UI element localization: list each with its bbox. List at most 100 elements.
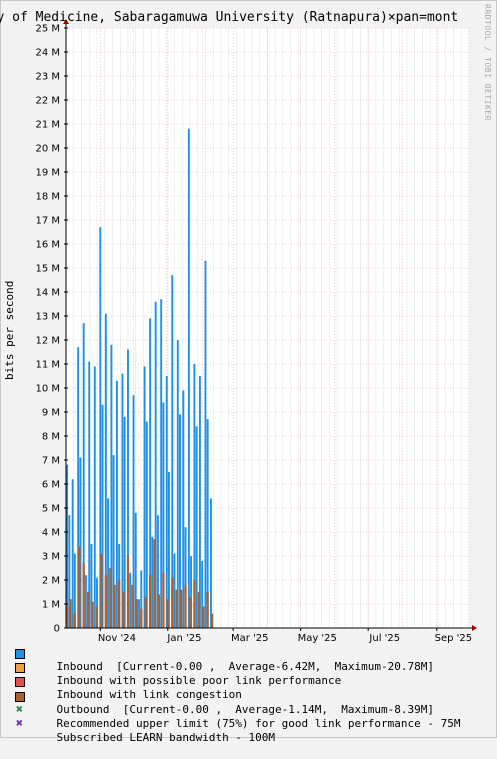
inbound-bar: [171, 275, 174, 628]
legend: Inbound [Current-0.00 , Average-6.42M, M…: [14, 646, 461, 744]
y-tick-label: 0: [54, 624, 60, 635]
legend-swatch-inbound: [15, 649, 25, 659]
inbound-bar: [204, 260, 207, 628]
inbound-bar: [115, 380, 118, 628]
legend-swatch-outbound: [15, 691, 25, 702]
inbound-bar: [138, 599, 141, 628]
outbound-bar: [166, 599, 169, 628]
inbound-bar: [173, 553, 176, 628]
y-tick-label: 15 M: [35, 264, 60, 275]
x-tick-labels: Nov '24 Jan '25 Mar '25 May '25 Jul '25 Sep '…: [98, 628, 472, 644]
outbound-bar: [202, 606, 205, 628]
outbound-bar: [122, 592, 125, 628]
outbound-bar: [206, 592, 209, 628]
x-tick-label: Jul '25: [368, 633, 400, 644]
y-tick-label: 13 M: [35, 312, 60, 323]
inbound-bar: [121, 373, 124, 628]
legend-item-inbound: Inbound [Current-0.00 , Average-6.42M, M…: [14, 646, 460, 673]
x-tick-label: Sep '25: [435, 633, 473, 644]
outbound-bar: [157, 594, 161, 628]
outbound-bar: [135, 599, 138, 628]
y-tick-label: 2 M: [42, 576, 60, 587]
x-tick-label: Mar '25: [231, 633, 269, 644]
inbound-bar: [195, 426, 198, 628]
outbound-bar: [78, 546, 81, 628]
y-tick-label: 14 M: [35, 288, 60, 299]
y-tick-label: 24 M: [35, 48, 60, 59]
y-tick-label: 20 M: [35, 144, 60, 155]
x-tick-label: May '25: [298, 633, 337, 644]
outbound-bar: [171, 577, 174, 628]
y-tick-label: 25 M: [35, 24, 60, 35]
y-tick-label: 3 M: [42, 552, 60, 563]
y-tick-label: 6 M: [42, 480, 60, 491]
y-tick-label: 21 M: [35, 120, 60, 131]
outbound-bar: [180, 589, 183, 628]
outbound-bar: [188, 596, 192, 628]
outbound-bar: [113, 584, 116, 628]
inbound-bar: [88, 361, 91, 628]
outbound-bar: [95, 606, 99, 628]
outbound-bar: [184, 584, 187, 628]
inbound-bar: [107, 498, 110, 628]
y-tick-label: 9 M: [42, 408, 60, 419]
outbound-bar: [69, 599, 72, 628]
y-tick-label: 12 M: [35, 336, 60, 347]
outbound-bar: [140, 608, 143, 628]
outbound-bar: [118, 580, 121, 628]
inbound-bar: [210, 498, 212, 628]
inbound-bar: [176, 340, 179, 628]
y-tick-label: 10 M: [35, 384, 60, 395]
x-tick-label: Nov '24: [98, 633, 136, 644]
outbound-bar: [144, 596, 147, 628]
outbound-bar: [91, 601, 94, 628]
y-tick-label: 7 M: [42, 456, 60, 467]
outbound-bar: [100, 553, 103, 628]
y-tick-label: 23 M: [35, 72, 60, 83]
inbound-bar: [143, 366, 146, 628]
y-tick-label: 1 M: [42, 600, 60, 611]
y-tick-label: 8 M: [42, 432, 60, 443]
outbound-bar: [175, 589, 178, 628]
inbound-bar: [198, 376, 201, 628]
outbound-bar: [87, 592, 90, 628]
legend-marker-recommended: ✖: [15, 701, 24, 716]
inbound-bar: [187, 128, 190, 629]
inbound-bar: [93, 366, 96, 628]
y-tick-label: 18 M: [35, 192, 60, 203]
outbound-bar: [126, 556, 130, 628]
legend-marker-subscribed: ✖: [15, 715, 24, 730]
legend-item-outbound: Outbound [Current-0.00 , Average-1.14M, …: [14, 689, 460, 716]
y-tick-label: 17 M: [35, 216, 60, 227]
x-tick-label: Jan '25: [166, 633, 201, 644]
outbound-bar: [193, 580, 196, 628]
outbound-bar: [162, 572, 165, 628]
outbound-bar: [104, 575, 107, 628]
outbound-bar: [73, 613, 76, 628]
inbound-bar: [165, 376, 168, 628]
y-axis-arrow: [63, 19, 69, 24]
outbound-bar: [82, 563, 85, 628]
y-tick-label: 19 M: [35, 168, 60, 179]
outbound-bar: [149, 575, 152, 628]
legend-swatch-inbound-poor: [15, 663, 25, 674]
y-tick-labels: 0 1 M 2 M 3 M 4 M 5 M 6 M 7 M 8 M 9 M 10 M 11 M 12 M…: [35, 24, 68, 635]
inbound-bar: [151, 536, 154, 628]
legend-item-recommended: ✖ Recommended upper limit (75%) for good …: [14, 701, 461, 730]
outbound-bar: [131, 584, 134, 628]
inbound-bar: [160, 299, 163, 628]
x-axis-arrow: [472, 625, 477, 631]
legend-item-inbound-poor: Inbound with possible poor link performa…: [14, 660, 460, 687]
inbound-bar: [182, 390, 185, 628]
outbound-bar: [211, 613, 214, 628]
outbound-bar: [153, 539, 156, 628]
plot-area: [66, 28, 470, 628]
legend-swatch-inbound-congestion: [15, 677, 25, 688]
y-tick-label: 11 M: [35, 360, 60, 371]
outbound-bar: [197, 592, 200, 628]
inbound-bar: [129, 572, 132, 628]
inbound-bar: [71, 479, 74, 628]
outbound-bar: [109, 568, 112, 628]
legend-label-subscribed: Subscribed LEARN bandwidth - 100M: [56, 730, 276, 744]
y-tick-label: 16 M: [35, 240, 60, 251]
